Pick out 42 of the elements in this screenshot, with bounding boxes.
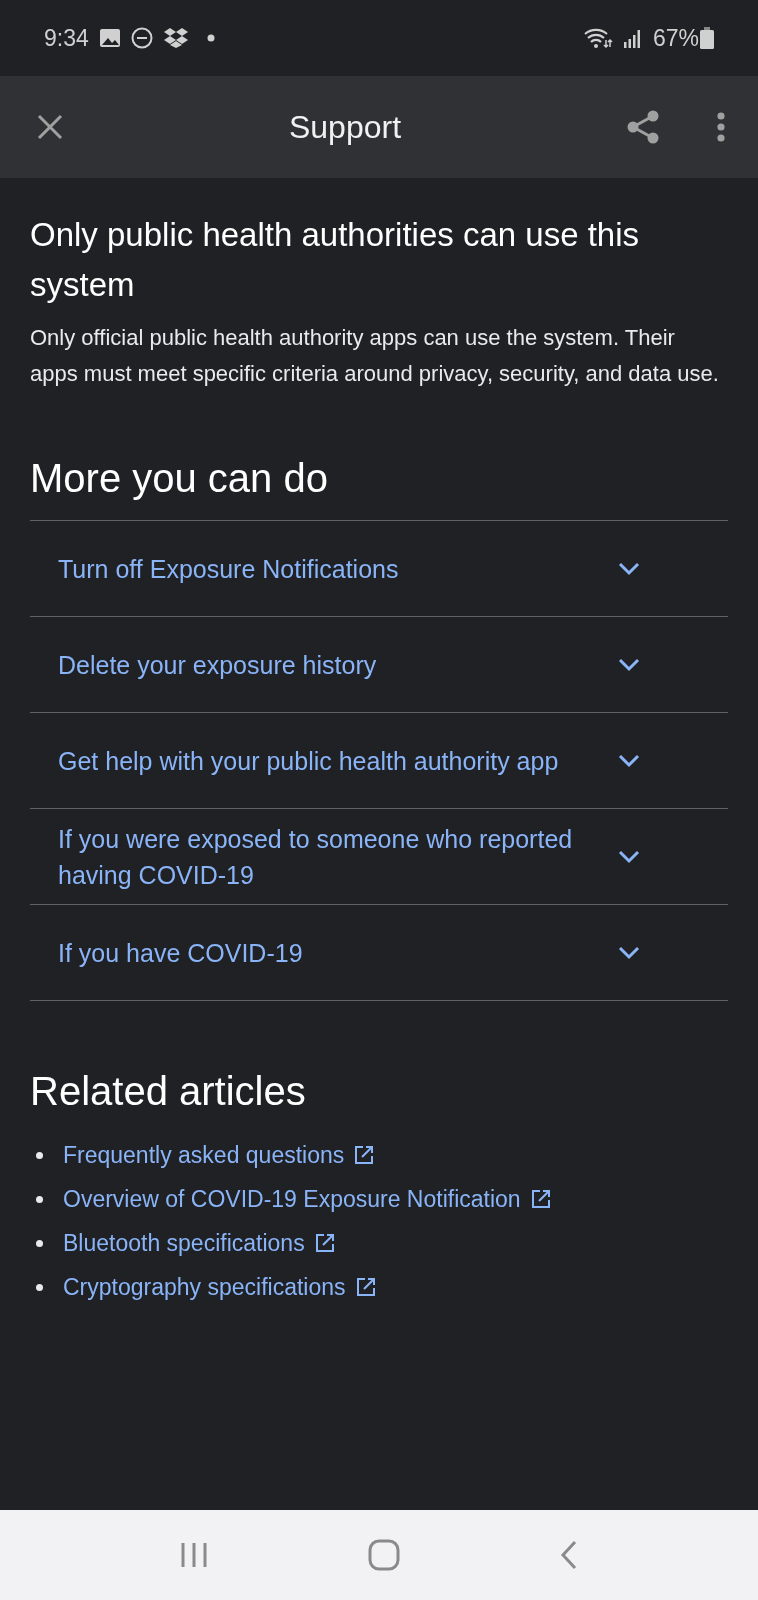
bullet-dot: [36, 1239, 43, 1247]
close-button[interactable]: [36, 113, 64, 141]
battery-percent: 67%: [652, 24, 699, 52]
accordion-item[interactable]: Turn off Exposure Notifications: [30, 521, 728, 617]
chevron-icon: [618, 945, 640, 960]
wifi-icon: [582, 27, 613, 49]
signal-icon: [622, 28, 643, 48]
section-heading: Related articles: [30, 1068, 307, 1115]
body-text: Only official public health authority apps can use the system. Their apps must meet specific criteria around privacy, security, and data use.: [30, 324, 720, 388]
recent-apps-button[interactable]: [179, 1540, 210, 1570]
back-button[interactable]: [558, 1539, 579, 1571]
chevron-icon: [618, 753, 640, 768]
app-bar-title: Support: [287, 108, 403, 146]
chevron-icon: [618, 849, 640, 864]
article-link[interactable]: Overview of COVID-19 Exposure Notification: [63, 1185, 521, 1213]
external-link-icon: [530, 1189, 551, 1209]
external-link-icon: [355, 1277, 376, 1297]
battery-icon: [700, 27, 714, 49]
accordion-item[interactable]: Delete your exposure history: [30, 617, 728, 713]
more-options-button[interactable]: [716, 111, 726, 143]
article-link[interactable]: Frequently asked questions: [63, 1141, 345, 1169]
article-link[interactable]: Bluetooth specifications: [63, 1229, 305, 1257]
section-title: Only public health authorities can use this system: [30, 215, 641, 305]
notification-dot-icon: [206, 34, 215, 42]
share-button[interactable]: [626, 110, 660, 144]
dropbox-icon: [162, 27, 189, 49]
chevron-icon: [618, 657, 640, 672]
home-button[interactable]: [368, 1539, 400, 1571]
accordion-item[interactable]: If you were exposed to someone who reported having COVID-19: [30, 809, 728, 905]
article-link[interactable]: Cryptography specifications: [63, 1273, 346, 1301]
do-not-disturb-icon: [130, 27, 153, 49]
status-time: 9:34: [44, 24, 89, 52]
accordion-item[interactable]: Get help with your public health authority app: [30, 713, 728, 809]
section-heading: More you can do: [30, 455, 329, 502]
external-link-icon: [354, 1145, 375, 1165]
chevron-icon: [618, 561, 640, 576]
bullet-dot: [36, 1195, 43, 1203]
accordion-item[interactable]: If you have COVID-19: [30, 905, 728, 1001]
bullet-dot: [36, 1151, 43, 1159]
external-link-icon: [314, 1233, 335, 1253]
image-icon: [98, 28, 121, 48]
bullet-dot: [36, 1283, 43, 1291]
